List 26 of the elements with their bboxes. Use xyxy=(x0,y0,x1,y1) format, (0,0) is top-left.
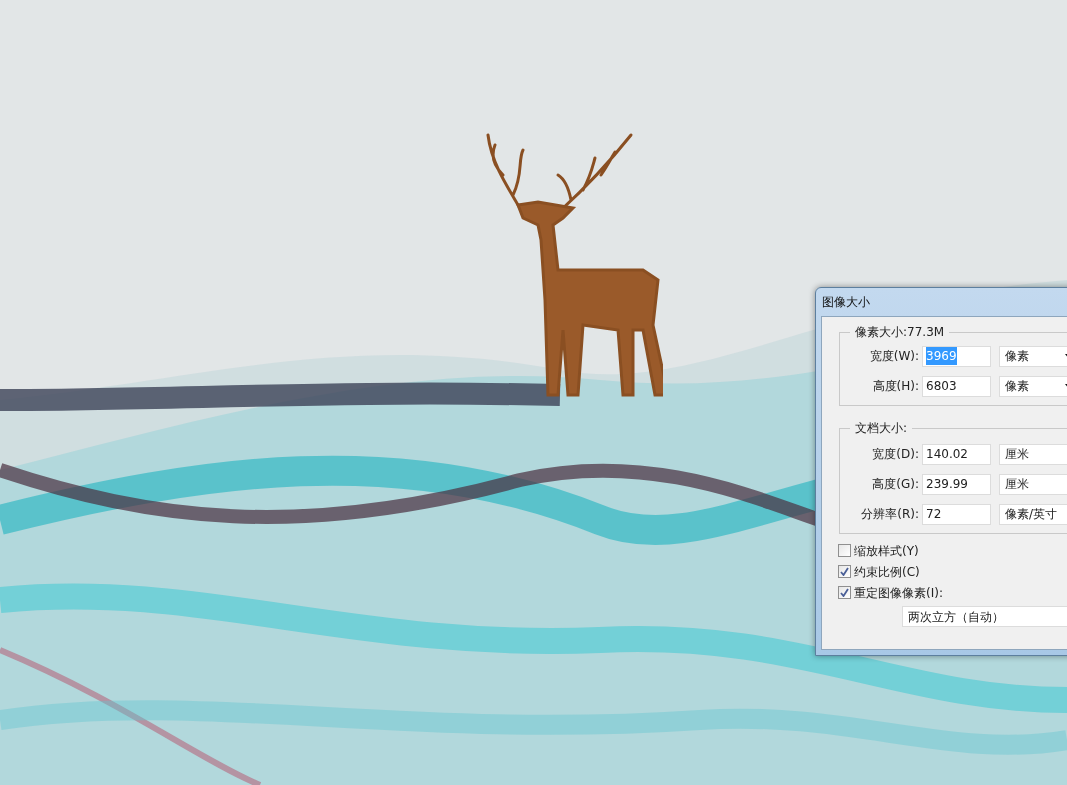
dialog-title: 图像大小 xyxy=(822,294,870,311)
resample-dropdown[interactable]: 两次立方（自动） xyxy=(902,606,1067,627)
checkmark-icon xyxy=(840,567,849,576)
unit-dropdown[interactable]: 厘米 xyxy=(999,473,1067,495)
field-label: 宽度(W): xyxy=(868,348,920,365)
checkbox-label: 约束比例(C) xyxy=(854,563,920,581)
group-legend: 像素大小:77.3M xyxy=(850,324,950,340)
checkbox-label: 缩放样式(Y) xyxy=(854,542,919,560)
value-field[interactable]: 239.99 xyxy=(922,473,991,495)
unit-dropdown[interactable]: 像素/英寸 xyxy=(999,503,1067,525)
field-label: 高度(H): xyxy=(871,378,920,395)
value-field[interactable]: 72 xyxy=(922,503,991,525)
unit-dropdown[interactable]: 厘米 xyxy=(999,443,1067,465)
group-legend: 文档大小: xyxy=(850,420,913,436)
field-label: 分辨率(R): xyxy=(860,506,920,523)
field-label: 高度(G): xyxy=(871,476,920,493)
checkmark-icon xyxy=(840,588,849,597)
checkbox[interactable] xyxy=(838,586,851,599)
unit-dropdown[interactable]: 像素 xyxy=(999,375,1067,397)
value-field[interactable]: 6803 xyxy=(922,375,991,397)
checkbox-label: 重定图像像素(I): xyxy=(854,584,943,602)
field-label: 宽度(D): xyxy=(871,446,920,463)
checkbox[interactable] xyxy=(838,544,851,557)
checkbox[interactable] xyxy=(838,565,851,578)
value-field[interactable]: 140.02 xyxy=(922,443,991,465)
unit-dropdown[interactable]: 像素 xyxy=(999,345,1067,367)
